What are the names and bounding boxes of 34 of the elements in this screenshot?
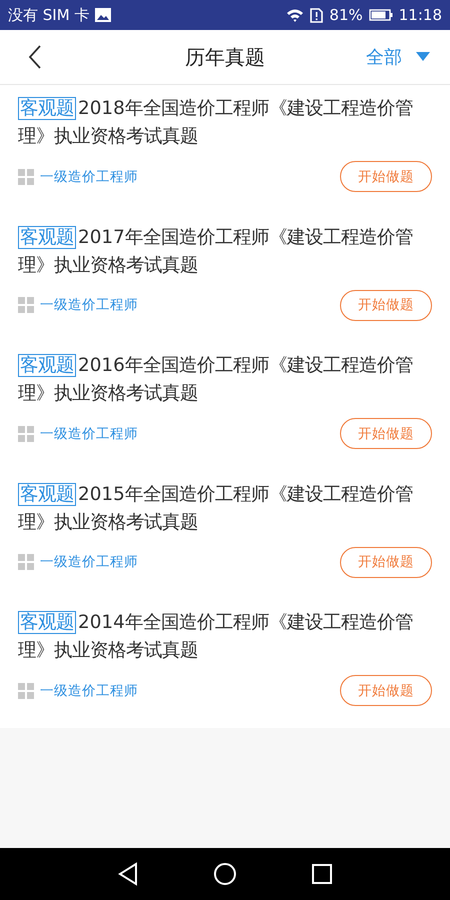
caret-icon [416,52,430,62]
paper-title: 客观题 2018年全国造价工程师《建设工程造价管理》执业资格考试真题 [18,96,414,149]
start-button[interactable]: 开始做题 [340,418,432,450]
home-nav-icon[interactable] [213,862,237,886]
filter-dropdown[interactable]: 全部 [366,45,430,69]
start-button[interactable]: 开始做题 [340,675,432,706]
grid-icon [18,554,34,570]
back-nav-icon[interactable] [117,862,139,886]
recents-nav-icon[interactable] [311,863,333,885]
paper-title: 客观题 2017年全国造价工程师《建设工程造价管理》执业资格考试真题 [18,224,414,278]
sim-alert-icon [310,8,324,22]
start-button[interactable]: 开始做题 [340,290,432,321]
category-label: 一级造价工程师 [40,424,138,443]
grid-icon [18,682,34,699]
category-label: 一级造价工程师 [40,296,138,314]
start-button[interactable]: 开始做题 [340,546,432,578]
carrier-text: 没有 SIM 卡 [8,6,90,24]
image-icon [95,8,112,22]
wifi-icon [286,8,304,22]
battery-icon [368,9,393,21]
grid-icon [18,297,34,314]
category-label: 一级造价工程师 [40,168,138,186]
category-label: 一级造价工程师 [40,553,138,572]
paper-title: 客观题 2016年全国造价工程师《建设工程造价管理》执业资格考试真题 [18,353,414,406]
paper-title: 客观题 2015年全国造价工程师《建设工程造价管理》执业资格考试真题 [18,482,414,535]
battery-percent: 81% [329,6,363,24]
category-label: 一级造价工程师 [40,682,138,700]
paper-title: 客观题 2014年全国造价工程师《建设工程造价管理》执业资格考试真题 [18,610,414,664]
page-title: 历年真题 [185,44,265,70]
clock-text: 11:18 [398,6,442,24]
back-icon[interactable] [28,45,42,69]
grid-icon [18,426,34,442]
start-button[interactable]: 开始做题 [340,161,432,192]
grid-icon [18,168,34,184]
